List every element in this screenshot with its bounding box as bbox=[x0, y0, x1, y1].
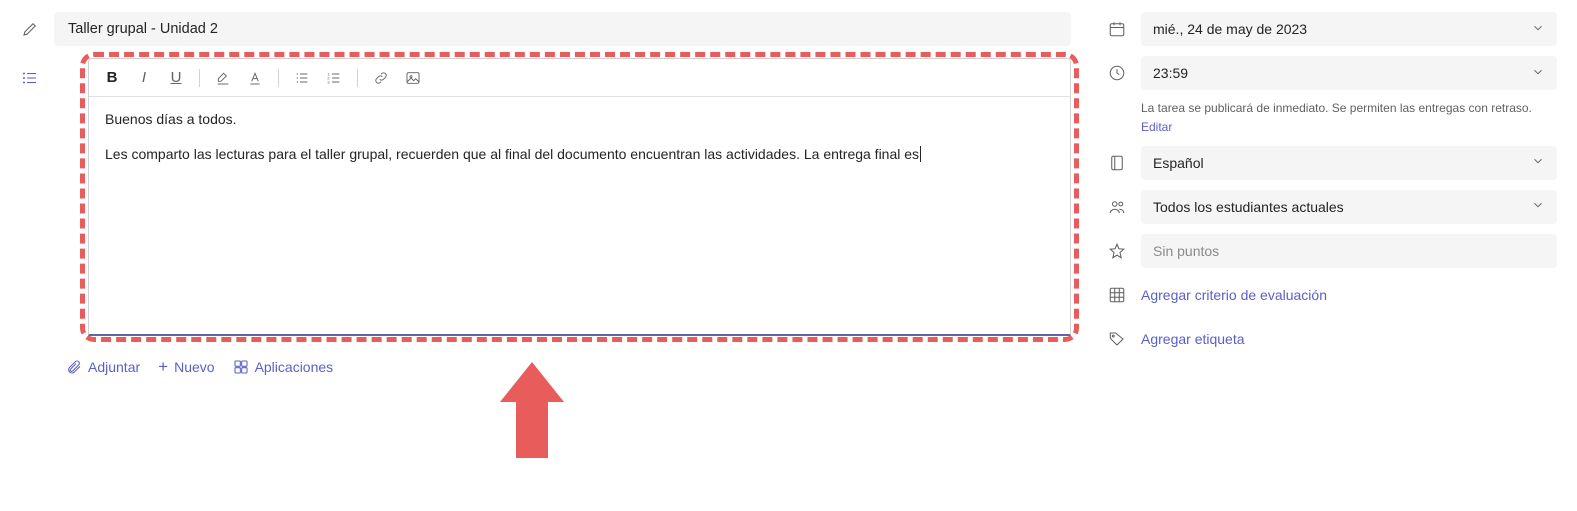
channel-picker[interactable]: Español bbox=[1141, 146, 1557, 180]
star-icon bbox=[1107, 241, 1127, 261]
editor-toolbar: B I U bbox=[89, 59, 1070, 97]
chevron-down-icon bbox=[1531, 21, 1545, 38]
link-button[interactable] bbox=[366, 63, 396, 93]
underline-button[interactable]: U bbox=[161, 63, 191, 93]
bulleted-list-icon bbox=[20, 68, 40, 88]
due-date-picker[interactable]: mié., 24 de may de 2023 bbox=[1141, 12, 1557, 46]
editor-body[interactable]: Buenos días a todos. Les comparto las le… bbox=[89, 97, 1070, 334]
add-rubric-link[interactable]: Agregar criterio de evaluación bbox=[1141, 287, 1327, 303]
due-time-picker[interactable]: 23:59 bbox=[1141, 56, 1557, 90]
chevron-down-icon bbox=[1531, 65, 1545, 82]
editor-line-2: Les comparto las lecturas para el taller… bbox=[105, 144, 1054, 165]
notebook-icon bbox=[1107, 153, 1127, 173]
rubric-icon bbox=[1107, 285, 1127, 305]
chevron-down-icon bbox=[1531, 154, 1545, 171]
people-icon bbox=[1107, 197, 1127, 217]
clock-icon bbox=[1107, 63, 1127, 83]
bullet-list-button[interactable] bbox=[287, 63, 317, 93]
svg-text:3: 3 bbox=[327, 79, 330, 84]
italic-button[interactable]: I bbox=[129, 63, 159, 93]
attach-button[interactable]: Adjuntar bbox=[66, 358, 140, 375]
points-input[interactable]: Sin puntos bbox=[1141, 234, 1557, 268]
numbered-list-button[interactable]: 123 bbox=[319, 63, 349, 93]
editor-line-1: Buenos días a todos. bbox=[105, 109, 1054, 130]
highlight-button[interactable] bbox=[208, 63, 238, 93]
calendar-icon bbox=[1107, 19, 1127, 39]
description-editor[interactable]: B I U bbox=[88, 58, 1071, 336]
annotation-arrow bbox=[500, 362, 564, 462]
bold-button[interactable]: B bbox=[97, 63, 127, 93]
pencil-icon bbox=[20, 19, 40, 39]
publish-note: La tarea se publicará de inmediato. Se p… bbox=[1141, 100, 1557, 136]
edit-timeline-link[interactable]: Editar bbox=[1141, 119, 1557, 136]
chevron-down-icon bbox=[1531, 198, 1545, 215]
image-button[interactable] bbox=[398, 63, 428, 93]
students-picker[interactable]: Todos los estudiantes actuales bbox=[1141, 190, 1557, 224]
tag-icon bbox=[1107, 329, 1127, 349]
new-button[interactable]: + Nuevo bbox=[158, 358, 214, 375]
add-tag-link[interactable]: Agregar etiqueta bbox=[1141, 331, 1245, 347]
font-color-button[interactable] bbox=[240, 63, 270, 93]
assignment-title-input[interactable]: Taller grupal - Unidad 2 bbox=[54, 12, 1071, 46]
apps-button[interactable]: Aplicaciones bbox=[233, 358, 334, 375]
